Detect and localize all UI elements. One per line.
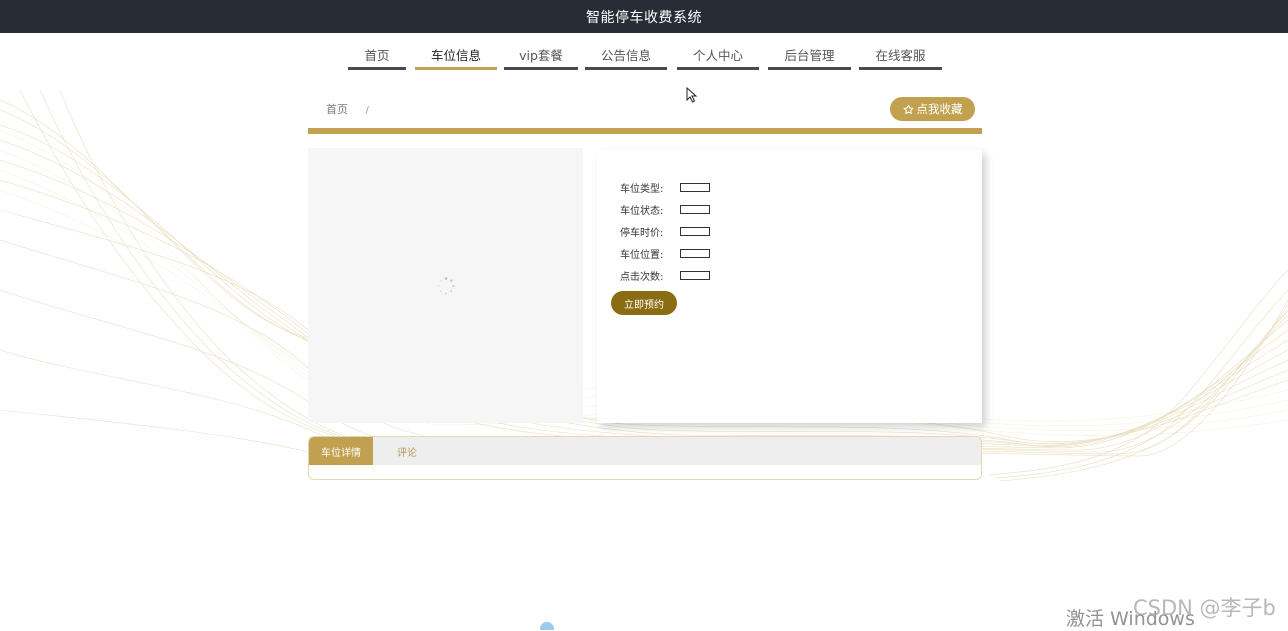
breadcrumb-home[interactable]: 首页 — [326, 103, 348, 116]
csdn-watermark: CSDN @李子b — [1133, 596, 1276, 620]
tab-comments[interactable]: 评论 — [373, 437, 441, 465]
detail-value — [680, 270, 710, 280]
nav-item-announcements[interactable]: 公告信息 — [585, 40, 667, 70]
tab-parking-details[interactable]: 车位详情 — [309, 437, 373, 465]
detail-row-status: 车位状态: — [620, 202, 710, 217]
detail-row-click-count: 点击次数: — [620, 268, 710, 283]
nav-item-admin[interactable]: 后台管理 — [768, 40, 851, 70]
section-divider — [308, 128, 982, 134]
detail-row-hourly-price: 停车时价: — [620, 224, 710, 239]
detail-label: 车位位置: — [620, 249, 664, 261]
detail-row-type: 车位类型: — [620, 180, 710, 195]
detail-row-location: 车位位置: — [620, 246, 710, 261]
detail-value — [680, 182, 710, 192]
main-nav: 首页 车位信息 vip套餐 公告信息 个人中心 后台管理 在线客服 — [0, 40, 1288, 72]
floating-widget[interactable] — [540, 622, 554, 630]
favorite-button[interactable]: 点我收藏 — [890, 97, 975, 121]
nav-item-home[interactable]: 首页 — [348, 40, 406, 70]
favorite-label: 点我收藏 — [916, 102, 963, 116]
loading-spinner-icon — [437, 277, 455, 295]
nav-item-personal-center[interactable]: 个人中心 — [677, 40, 759, 70]
detail-label: 停车时价: — [620, 227, 664, 239]
reserve-button[interactable]: 立即预约 — [611, 291, 677, 315]
detail-label: 车位类型: — [620, 183, 664, 195]
nav-item-online-service[interactable]: 在线客服 — [859, 40, 942, 70]
nav-item-vip-package[interactable]: vip套餐 — [504, 40, 578, 70]
app-header: 智能停车收费系统 — [0, 0, 1288, 33]
app-title: 智能停车收费系统 — [586, 9, 702, 26]
breadcrumb-separator: / — [365, 105, 369, 116]
nav-item-parking-info[interactable]: 车位信息 — [415, 40, 497, 70]
star-outline-icon — [903, 104, 913, 114]
tabs-header: 车位详情 评论 — [309, 437, 981, 465]
detail-tabs-panel: 车位详情 评论 — [308, 436, 982, 480]
detail-value — [680, 204, 710, 214]
detail-label: 点击次数: — [620, 271, 664, 283]
mouse-cursor-icon — [686, 87, 698, 103]
detail-value — [680, 248, 710, 258]
breadcrumb: 首页 / — [326, 101, 369, 117]
detail-label: 车位状态: — [620, 205, 664, 217]
detail-value — [680, 226, 710, 236]
